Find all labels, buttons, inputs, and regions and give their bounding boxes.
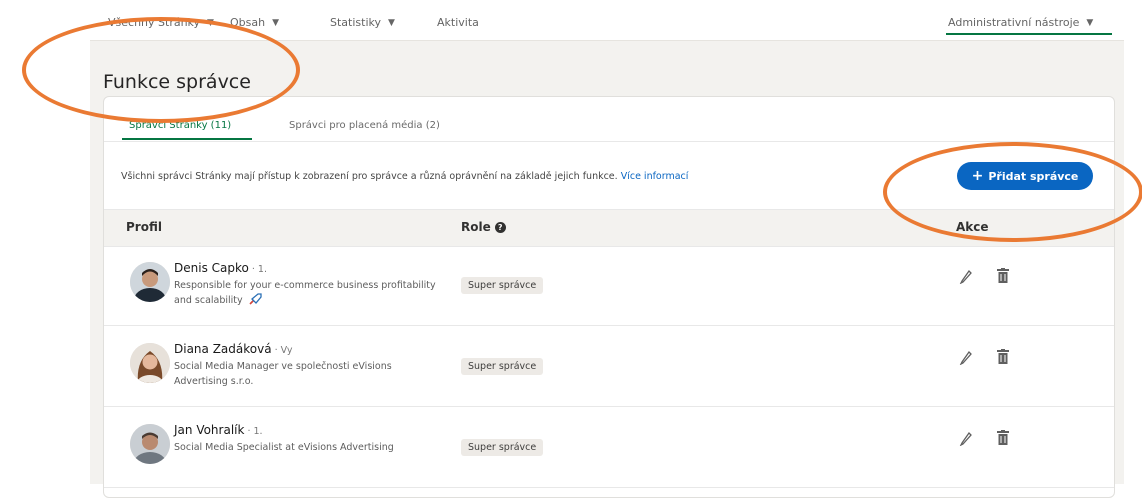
avatar[interactable] [130, 262, 170, 302]
avatar[interactable] [130, 343, 170, 383]
admin-roles-card: Správci Stránky (11) Správci pro placená… [103, 96, 1115, 498]
nav-statistics-label: Statistiky [330, 16, 381, 29]
caret-down-icon: ▼ [272, 17, 280, 28]
table-row: Denis Capko · 1. Responsible for your e-… [104, 247, 1114, 326]
header-role: Role? [461, 220, 506, 234]
admin-tools-active-indicator [946, 33, 1112, 35]
help-circle-icon[interactable]: ? [494, 222, 506, 233]
trash-icon[interactable] [997, 349, 1009, 369]
caret-down-icon: ▼ [1086, 17, 1094, 28]
avatar[interactable] [130, 424, 170, 464]
nav-activity-label: Aktivita [437, 16, 479, 29]
page-title: Funkce správce [103, 70, 251, 93]
active-tab-indicator [122, 138, 252, 140]
member-name[interactable]: Diana Zadáková [174, 342, 272, 356]
tab-paid-media-admins[interactable]: Správci pro placená média (2) [289, 120, 440, 131]
member-name[interactable]: Jan Vohralík [174, 423, 244, 437]
connection-degree: · 1. [244, 426, 263, 437]
add-admin-button[interactable]: + Přidat správce [957, 162, 1093, 190]
header-role-label: Role [461, 220, 491, 234]
role-badge: Super správce [461, 439, 544, 456]
rocket-icon [249, 293, 262, 310]
table-row: Diana Zadáková · Vy Social Media Manager… [104, 328, 1114, 407]
nav-activity[interactable]: Aktivita [437, 16, 479, 29]
header-actions: Akce [956, 220, 989, 234]
table-header: Profil Role? Akce [104, 209, 1114, 247]
nav-all-pages-label: Všechny Stránky [108, 16, 201, 29]
header-profile: Profil [126, 220, 162, 234]
role-badge: Super správce [461, 277, 544, 294]
nav-statistics[interactable]: Statistiky ▼ [330, 16, 395, 29]
nav-admin-tools-label: Administrativní nástroje [948, 16, 1080, 29]
member-headline: Social Media Specialist at eVisions Adve… [174, 442, 394, 453]
add-admin-label: Přidat správce [988, 169, 1079, 183]
member-headline: Social Media Manager ve společnosti eVis… [174, 361, 392, 387]
member-name-line: Diana Zadáková · Vy [174, 342, 293, 356]
info-text: Všichni správci Stránky mají přístup k z… [121, 171, 688, 182]
more-info-link[interactable]: Více informací [621, 171, 689, 182]
nav-admin-tools[interactable]: Administrativní nástroje ▼ [948, 16, 1093, 29]
member-headline: Responsible for your e-commerce business… [174, 278, 444, 310]
caret-down-icon: ▼ [207, 17, 214, 28]
member-headline-text: Responsible for your e-commerce business… [174, 280, 436, 306]
pencil-icon[interactable] [959, 349, 973, 369]
member-name[interactable]: Denis Capko [174, 261, 249, 275]
pencil-icon[interactable] [959, 268, 973, 288]
connection-degree: · 1. [248, 264, 267, 275]
nav-all-pages[interactable]: Všechny Stránky ▼ [108, 16, 214, 29]
nav-content[interactable]: Obsah ▼ [230, 16, 279, 29]
tab-page-admins[interactable]: Správci Stránky (11) [129, 120, 231, 131]
member-name-line: Jan Vohralík · 1. [174, 423, 263, 437]
table-row: Jan Vohralík · 1. Social Media Specialis… [104, 409, 1114, 488]
trash-icon[interactable] [997, 268, 1009, 288]
caret-down-icon: ▼ [388, 17, 395, 28]
tab-bar: Správci Stránky (11) Správci pro placená… [104, 97, 1114, 142]
role-badge: Super správce [461, 358, 544, 375]
member-name-line: Denis Capko · 1. [174, 261, 267, 275]
info-description: Všichni správci Stránky mají přístup k z… [121, 171, 621, 182]
connection-degree: · Vy [271, 345, 293, 356]
nav-content-label: Obsah [230, 16, 266, 29]
pencil-icon[interactable] [959, 430, 973, 450]
plus-icon: + [971, 168, 984, 184]
trash-icon[interactable] [997, 430, 1009, 450]
